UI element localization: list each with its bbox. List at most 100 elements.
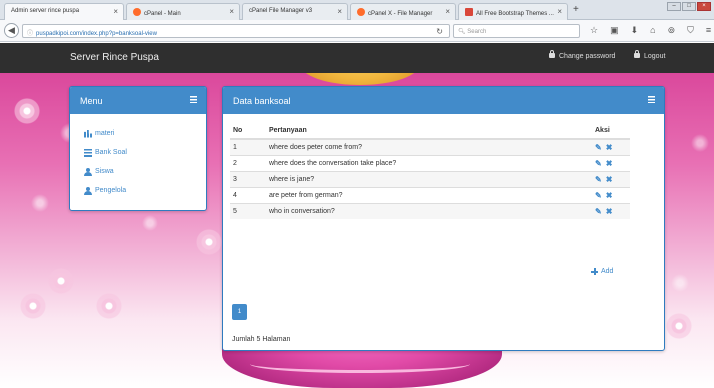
delete-x-icon[interactable]: ✖ [606,191,613,200]
site-topbar: Server Rince Puspa Change password Logou… [0,43,714,73]
hamburger-menu-icon[interactable]: ≡ [706,25,711,36]
menu-item-materi[interactable]: materi [84,124,206,143]
menu-panel-header: Menu [70,87,206,114]
table-row: 3 where is jane? ✎ ✖ [230,170,630,187]
search-placeholder: Search [467,29,487,35]
browser-tab-4[interactable]: cPanel X - File Manager × [350,3,456,20]
search-input[interactable]: 🔍︎ Search [453,24,580,38]
menu-list: materi Bank Soal Siswa Pengelola [70,114,206,200]
table-row: 4 are peter from german? ✎ ✖ [230,186,630,203]
maximize-icon[interactable]: □ [682,2,696,11]
flower-decoration [48,268,74,294]
close-tab-icon[interactable]: × [229,7,234,16]
row-number: 1 [230,138,266,155]
bookmark-star-icon[interactable]: ☆ [590,25,598,36]
change-password-link[interactable]: Change password [549,50,616,60]
table-header-row: No Pertanyaan Aksi [230,123,630,140]
menu-item-label: Bank Soal [95,149,127,156]
row-actions: ✎ ✖ [592,186,630,203]
tab-label: Admin server rince puspa [11,8,80,14]
reload-icon[interactable]: ↻ [436,27,443,36]
close-tab-icon[interactable]: × [113,7,118,16]
search-icon: 🔍︎ [458,29,466,35]
menu-title: Menu [80,96,103,106]
download-icon[interactable]: ⬇ [631,25,639,36]
row-actions: ✎ ✖ [592,170,630,187]
banksoal-panel: Data banksoal No Pertanyaan Aksi 1 where… [222,86,665,351]
flower-decoration [14,98,40,124]
new-tab-icon[interactable]: + [573,4,579,15]
minimize-icon[interactable]: – [667,2,681,11]
add-label: Add [601,268,614,275]
flower-decoration [20,293,46,319]
sync-icon[interactable]: ⊚ [668,25,676,36]
url-text: puspadkipoi.com/index.php?p=banksoal-vie… [36,31,157,37]
row-question: are peter from german? [266,186,592,203]
window-controls: – □ × [667,2,711,11]
list-icon[interactable] [648,96,655,103]
menu-item-label: materi [95,130,115,137]
row-question: where does the conversation take place? [266,154,592,171]
home-icon[interactable]: ⌂ [650,25,655,36]
window-close-icon[interactable]: × [697,2,711,11]
menu-item-label: Siswa [95,168,114,175]
delete-x-icon[interactable]: ✖ [606,207,613,216]
menu-item-siswa[interactable]: Siswa [84,162,206,181]
browser-tab-bar: Admin server rince puspa × cPanel - Main… [0,0,714,21]
page-count-text: Jumlah 5 Halaman [232,336,291,343]
browser-tab-3[interactable]: cPanel File Manager v3 × [242,3,348,20]
close-tab-icon[interactable]: × [557,7,562,16]
lock-icon [634,50,640,58]
menu-item-pengelola[interactable]: Pengelola [84,181,206,200]
plus-icon [591,268,598,275]
table-row: 1 where does peter come from? ✎ ✖ [230,138,630,155]
browser-tab-1[interactable]: Admin server rince puspa × [4,3,124,21]
row-number: 2 [230,154,266,171]
column-header-no: No [230,123,266,140]
delete-x-icon[interactable]: ✖ [606,159,613,168]
browser-toolbar-icons: ☆ ▣ ⬇ ⌂ ⊚ ⛉ ≡ [590,25,711,36]
list-icon[interactable] [190,96,197,103]
edit-pencil-icon[interactable]: ✎ [595,143,602,152]
flower-decoration [196,229,222,255]
browser-tab-2[interactable]: cPanel - Main × [126,3,240,20]
edit-pencil-icon[interactable]: ✎ [595,159,602,168]
flower-decoration [666,313,692,339]
browser-tab-5[interactable]: All Free Bootstrap Themes ... × [458,3,568,20]
url-bar[interactable]: ⓘ puspadkipoi.com/index.php?p=banksoal-vi… [22,24,450,38]
add-question-button[interactable]: Add [591,268,613,275]
edit-pencil-icon[interactable]: ✎ [595,207,602,216]
princess-dress-edge [250,355,470,373]
edit-pencil-icon[interactable]: ✎ [595,191,602,200]
user-icon [84,186,92,195]
lock-icon [549,50,555,58]
delete-x-icon[interactable]: ✖ [606,175,613,184]
column-header-action: Aksi [592,123,630,140]
row-number: 4 [230,186,266,203]
user-icon [84,167,92,176]
pocket-icon[interactable]: ⛉ [687,25,694,36]
info-icon[interactable]: ⓘ [27,31,33,37]
site-brand[interactable]: Server Rince Puspa [70,52,159,63]
menu-item-bank-soal[interactable]: Bank Soal [84,143,206,162]
cpanel-favicon-icon [133,8,141,16]
menu-panel: Menu materi Bank Soal Siswa Pengelola [69,86,207,211]
delete-x-icon[interactable]: ✖ [606,143,613,152]
row-question: where is jane? [266,170,592,187]
logout-link[interactable]: Logout [634,50,665,60]
page-viewport: Server Rince Puspa Change password Logou… [0,43,714,388]
close-tab-icon[interactable]: × [445,7,450,16]
tab-label: cPanel File Manager v3 [249,8,313,14]
change-password-label: Change password [559,53,616,60]
back-arrow-icon[interactable]: ◀ [4,23,19,38]
edit-pencil-icon[interactable]: ✎ [595,175,602,184]
pagination-page-button[interactable]: 1 [232,304,247,320]
banksoal-panel-header: Data banksoal [223,87,664,114]
close-tab-icon[interactable]: × [337,7,342,16]
tab-label: cPanel - Main [144,11,181,17]
themes-favicon-icon [465,8,473,16]
clipboard-icon[interactable]: ▣ [610,25,619,36]
row-actions: ✎ ✖ [592,202,630,219]
menu-item-label: Pengelola [95,187,127,194]
cpanel-favicon-icon [357,8,365,16]
